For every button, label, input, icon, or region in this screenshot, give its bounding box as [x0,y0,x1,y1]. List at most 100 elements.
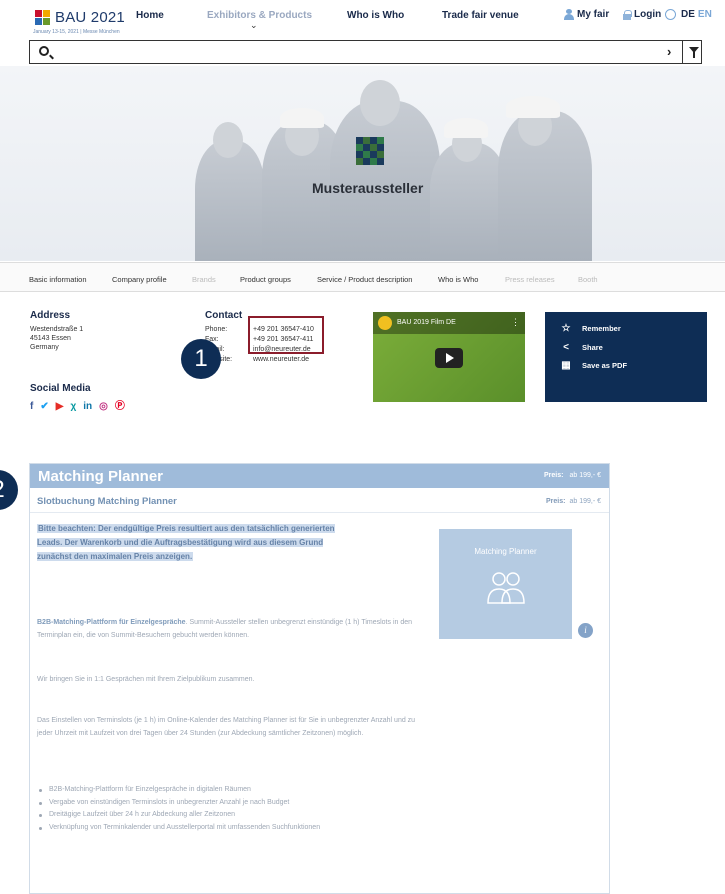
paragraph-3: Das Einstellen von Terminslots (je 1 h) … [37,717,416,737]
nav-exhibitors-products[interactable]: Exhibitors & Products [207,10,312,21]
card-label: Matching Planner [474,547,537,556]
linkedin-icon[interactable]: in [83,401,92,412]
planner-header: Matching Planner Preis: ab 199,- € [30,464,609,488]
info-icon[interactable]: i [577,622,594,639]
list-item: Verknüpfung von Terminkalender und Ausst… [37,822,417,835]
address-street: Westendstraße 1 [30,326,84,333]
video-title[interactable]: BAU 2019 Film DE [397,319,456,326]
list-item: Vergabe von einstündigen Terminslots in … [37,797,417,810]
list-item: B2B-Matching-Plattform für Einzelgespräc… [37,784,417,797]
facebook-icon[interactable]: f [30,401,33,412]
nav-home[interactable]: Home [136,10,164,21]
intro-paragraph: B2B-Matching-Plattform für Einzelgespräc… [37,616,417,642]
nav-who-is-who[interactable]: Who is Who [347,10,404,21]
hard-hat [280,108,324,128]
tab-brands[interactable]: Brands [192,275,216,284]
my-fair-link[interactable]: My fair [564,9,609,20]
paragraph-2: Wir bringen Sie in 1:1 Gesprächen mit Ih… [37,676,255,683]
planner-title: Matching Planner [38,468,164,485]
chevron-right-icon[interactable]: › [667,44,671,59]
channel-logo [378,316,392,330]
chevron-down-icon[interactable]: ⌄ [250,20,258,31]
filter-icon[interactable] [689,47,699,58]
intro-bold: B2B-Matching-Plattform für Einzelgespräc… [37,619,186,626]
play-button[interactable] [435,348,463,368]
hero-figure [195,141,265,261]
callout-badge-2: 2 [0,470,18,510]
planner-sub-price: Preis: ab 199,- € [546,498,601,505]
exhibitor-tabs: Basic information Company profile Brands… [0,262,725,292]
search-icon[interactable] [39,46,49,56]
planner-subtitle: Slotbuchung Matching Planner [37,496,177,507]
youtube-icon[interactable]: ▶ [56,401,64,412]
price-value: ab 199,- € [569,472,601,479]
lang-en[interactable]: EN [698,9,712,20]
share-icon: < [563,342,569,353]
website-link[interactable]: www.neureuter.de [253,355,309,364]
bau-logo[interactable]: BAU 2021 [35,9,125,26]
share-button[interactable]: < Share [561,342,603,353]
contact-highlight-box [248,316,324,354]
sub-price-value: ab 199,- € [569,498,601,505]
price-notice-text: Bitte beachten: Der endgültige Preis res… [37,524,335,561]
twitter-icon[interactable]: ✔ [40,401,48,412]
matching-planner-panel: Matching Planner Preis: ab 199,- € Slotbu… [29,463,610,894]
address-city: 45143 Essen [30,335,71,342]
search-divider [682,41,683,63]
callout-badge-1: 1 [181,339,221,379]
login-link[interactable]: Login [623,9,661,20]
hero-figure [213,122,243,158]
tab-who-is-who[interactable]: Who is Who [438,275,478,284]
lang-de[interactable]: DE [681,9,695,20]
save-pdf-button[interactable]: ▦ Save as PDF [561,360,627,371]
tab-booth[interactable]: Booth [578,275,598,284]
xing-icon[interactable]: χ [70,401,76,412]
price-notice: Bitte beachten: Der endgültige Preis res… [37,522,337,564]
people-icon [487,572,525,604]
matching-planner-card: Matching Planner [439,529,572,639]
search-bar: › [29,40,702,64]
pdf-icon: ▦ [561,360,571,371]
nav-trade-fair-venue[interactable]: Trade fair venue [442,10,519,21]
pinterest-icon[interactable]: Ⓟ [115,401,125,412]
exhibitor-name: Musteraussteller [312,180,424,196]
more-options-icon[interactable]: ⋮ [511,317,520,328]
logo-text: BAU 2021 [55,9,125,26]
instagram-icon[interactable]: ◎ [99,401,108,412]
divider [30,512,609,513]
remember-label: Remember [582,324,621,333]
my-fair-label: My fair [577,9,610,20]
price-label: Preis: [544,472,564,479]
planner-header-price: Preis: ab 199,- € [544,472,601,479]
bau-logo-icon [35,9,51,26]
tab-service-product-description[interactable]: Service / Product description [317,275,412,284]
lock-icon [623,9,632,20]
remember-button[interactable]: ☆ Remember [561,323,621,334]
logo-subtitle: January 13-15, 2021 | Messe München [33,29,120,35]
social-media-heading: Social Media [30,383,91,394]
exhibitor-logo [356,137,384,165]
address-heading: Address [30,310,71,321]
sub-price-label: Preis: [546,498,566,505]
hard-hat [444,118,488,138]
hero-figure [360,80,400,126]
page: BAU 2021 January 13-15, 2021 | Messe Mün… [0,0,725,894]
top-navigation: BAU 2021 January 13-15, 2021 | Messe Mün… [0,0,725,40]
search-input[interactable] [58,44,658,60]
phone-label: Phone: [205,326,228,333]
star-icon: ☆ [561,323,571,334]
save-pdf-label: Save as PDF [582,361,628,370]
tab-basic-information[interactable]: Basic information [29,275,87,284]
contact-heading: Contact [205,310,243,321]
hard-hat [506,96,560,118]
tab-company-profile[interactable]: Company profile [112,275,167,284]
action-panel: ☆ Remember < Share ▦ Save as PDF [545,312,707,402]
address-country: Germany [30,344,59,351]
language-switch[interactable]: DE EN [665,9,712,20]
login-label: Login [634,9,662,20]
video-player[interactable]: BAU 2019 Film DE ⋮ [373,312,525,402]
tab-product-groups[interactable]: Product groups [240,275,291,284]
tab-press-releases[interactable]: Press releases [505,275,555,284]
globe-icon [665,9,676,20]
social-icons: f ✔ ▶ χ in ◎ Ⓟ [30,401,125,412]
